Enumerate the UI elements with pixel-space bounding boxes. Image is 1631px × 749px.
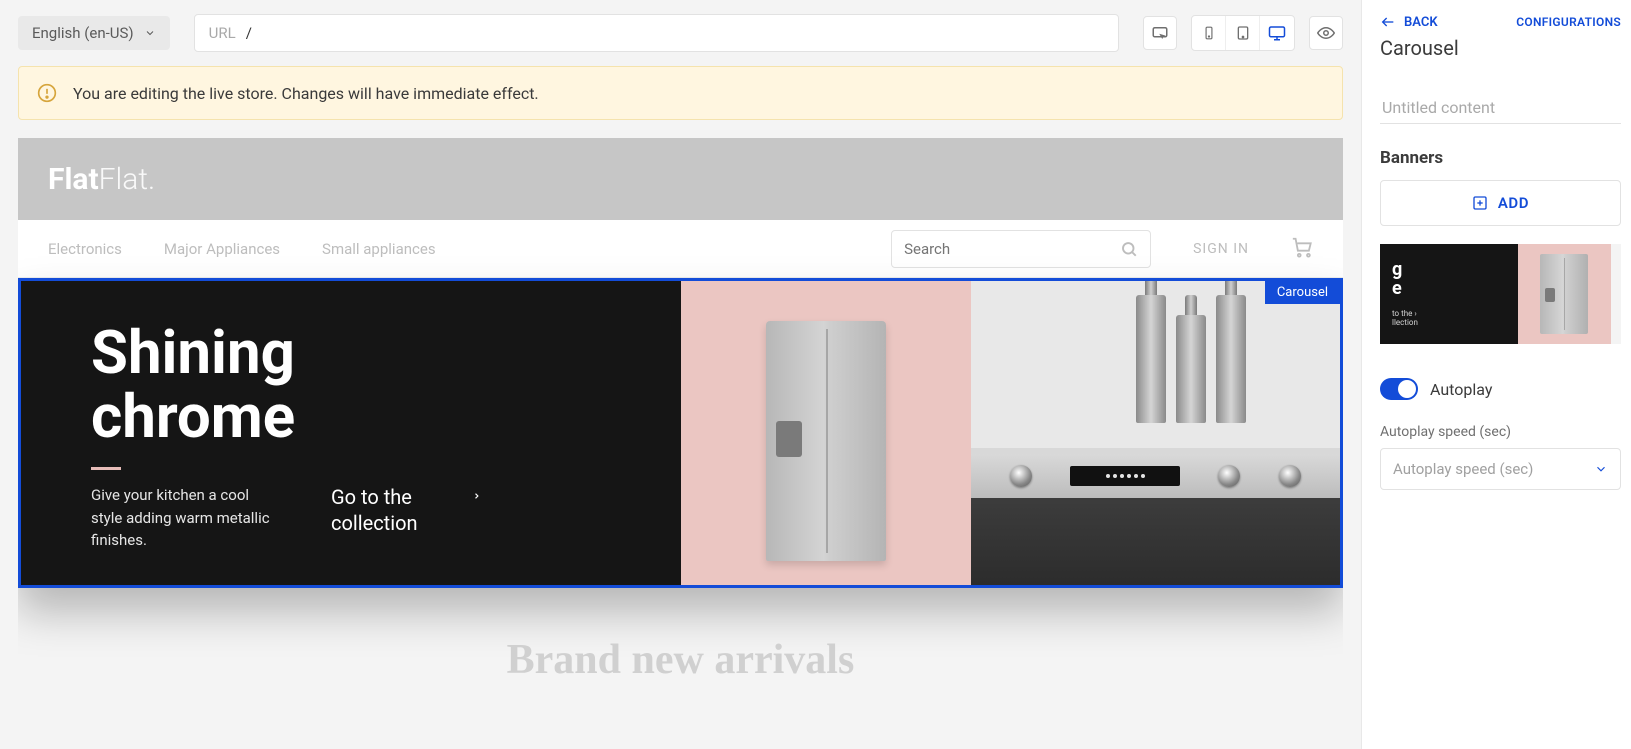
language-select[interactable]: English (en-US) — [18, 16, 170, 50]
search-input[interactable] — [904, 240, 1112, 258]
mobile-icon — [1202, 24, 1216, 42]
live-edit-alert: You are editing the live store. Changes … — [18, 66, 1343, 120]
carousel-cta[interactable]: Go to the collection — [331, 484, 481, 536]
chevron-down-icon — [1594, 462, 1608, 476]
desktop-icon — [1268, 24, 1286, 42]
decorative-rule — [91, 467, 121, 470]
thumbnail-overflow — [1611, 244, 1621, 344]
cursor-icon — [1151, 24, 1169, 42]
editor-pane: English (en-US) URL — [0, 0, 1361, 749]
device-toggle-group — [1191, 15, 1295, 51]
configurations-link[interactable]: CONFIGURATIONS — [1516, 15, 1621, 29]
sidebar-title: Carousel — [1380, 36, 1621, 60]
device-mobile[interactable] — [1192, 16, 1226, 50]
autoplay-row: Autoplay — [1380, 378, 1621, 400]
banners-heading: Banners — [1380, 148, 1621, 168]
oven-illustration — [971, 448, 1340, 585]
thumbnail-text: g e to the › llection — [1380, 244, 1518, 344]
sidebar-top: BACK CONFIGURATIONS — [1380, 14, 1621, 30]
carousel-block[interactable]: Carousel Shining chrome Give your kitche… — [18, 278, 1343, 588]
banner-thumbnail[interactable]: g e to the › llection — [1380, 244, 1621, 344]
nav-electronics[interactable]: Electronics — [48, 240, 122, 258]
store-search[interactable] — [891, 230, 1151, 268]
select-element-button[interactable] — [1143, 16, 1177, 50]
signin-link[interactable]: SIGN IN — [1193, 241, 1249, 257]
store-logo[interactable]: FlatFlat. — [48, 162, 155, 197]
store-nav: Electronics Major Appliances Small appli… — [18, 220, 1343, 278]
add-banner-button[interactable]: ADD — [1380, 180, 1621, 226]
nav-major-appliances[interactable]: Major Appliances — [164, 240, 280, 258]
topbar-actions — [1143, 15, 1343, 51]
search-icon — [1120, 240, 1138, 258]
carousel-wrapper: Carousel Shining chrome Give your kitche… — [18, 278, 1343, 588]
carousel-tag: Carousel — [1265, 281, 1340, 304]
back-button[interactable]: BACK — [1380, 14, 1438, 30]
nav-small-appliances[interactable]: Small appliances — [322, 240, 436, 258]
cart-icon — [1291, 236, 1313, 258]
cart-button[interactable] — [1291, 236, 1313, 262]
bottles-illustration — [1136, 295, 1246, 423]
arrow-left-icon — [1380, 14, 1396, 30]
config-sidebar: BACK CONFIGURATIONS Carousel Banners ADD… — [1361, 0, 1631, 749]
chevron-right-icon — [472, 490, 481, 502]
device-desktop[interactable] — [1260, 16, 1294, 50]
carousel-subtitle: Give your kitchen a cool style adding wa… — [91, 484, 271, 552]
carousel-title: Shining chrome — [91, 321, 631, 449]
store-header: FlatFlat. — [18, 138, 1343, 220]
carousel-text-panel: Shining chrome Give your kitchen a cool … — [21, 281, 681, 585]
content-name-input[interactable] — [1380, 92, 1621, 124]
autoplay-label: Autoplay — [1430, 380, 1492, 399]
alert-message: You are editing the live store. Changes … — [73, 84, 539, 103]
language-label: English (en-US) — [32, 24, 134, 42]
new-arrivals-heading: Brand new arrivals — [18, 636, 1343, 684]
editor-topbar: English (en-US) URL — [0, 0, 1361, 66]
logo-bold: Flat — [48, 162, 99, 197]
fridge-illustration — [766, 321, 886, 561]
logo-light: Flat. — [99, 162, 156, 197]
thumbnail-image — [1518, 244, 1611, 344]
chevron-down-icon — [144, 27, 156, 39]
warning-icon — [37, 83, 57, 103]
url-field[interactable]: URL — [194, 14, 1119, 52]
carousel-image-kitchen — [971, 281, 1340, 585]
tablet-icon — [1235, 24, 1251, 42]
plus-box-icon — [1472, 195, 1488, 211]
autoplay-toggle[interactable] — [1380, 378, 1418, 400]
autoplay-speed-select[interactable]: Autoplay speed (sec) — [1380, 448, 1621, 490]
url-input[interactable] — [246, 24, 1104, 42]
fridge-thumbnail — [1540, 254, 1588, 334]
carousel-image-fridge — [681, 281, 971, 585]
store-preview: FlatFlat. Electronics Major Appliances S… — [18, 138, 1343, 731]
device-tablet[interactable] — [1226, 16, 1260, 50]
url-label: URL — [209, 24, 236, 42]
eye-icon — [1317, 24, 1335, 42]
autoplay-speed-label: Autoplay speed (sec) — [1380, 424, 1621, 440]
preview-button[interactable] — [1309, 16, 1343, 50]
